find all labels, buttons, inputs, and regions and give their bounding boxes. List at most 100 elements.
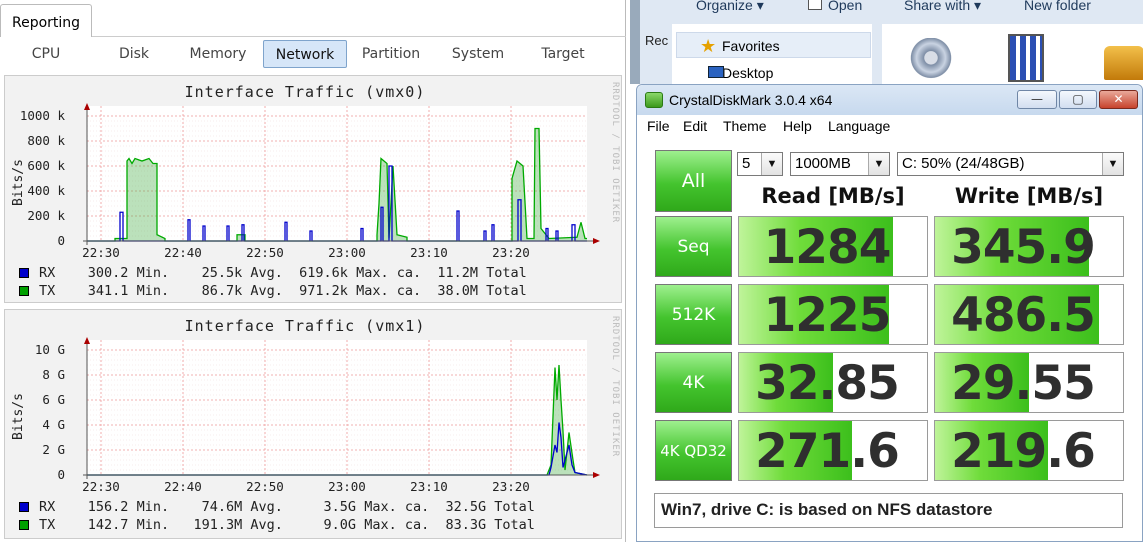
maximize-button[interactable]: ▢ — [1059, 90, 1097, 109]
legend-tx-name: TX — [39, 517, 56, 533]
legend-rx-min-label: Min. — [136, 499, 170, 515]
read-result-4: 271.6 — [738, 420, 928, 481]
legend-tx-ca: ca. — [396, 283, 422, 299]
x-tick-label: 23:00 — [328, 479, 366, 494]
read-result-1: 1284 — [738, 216, 928, 277]
legend-tx-min-label: Min. — [136, 283, 170, 299]
legend-tx-avg-label: Avg. — [250, 283, 283, 299]
x-tick-label: 23:10 — [410, 245, 448, 260]
runs-select[interactable]: 5 ▼ — [737, 152, 783, 176]
subtab-disk[interactable]: Disk — [108, 40, 160, 68]
legend-tx: TX 341.1 Min. 86.7k Avg. 971.2k Max. ca.… — [19, 283, 527, 300]
y-tick-label: 8 G — [42, 367, 65, 382]
traffic-graph-vmx0: Interface Traffic (vmx0) Bits/s RRDTOOL … — [4, 75, 622, 303]
open-button[interactable]: Open — [808, 0, 862, 13]
minimize-button[interactable]: — — [1017, 90, 1057, 109]
subtab-bar: CPU Disk Memory Network Partition System… — [0, 39, 626, 69]
tx-swatch — [19, 286, 29, 296]
nav-desktop[interactable]: Desktop — [676, 61, 773, 85]
write-result-value: 345.9 — [951, 220, 1096, 275]
legend-rx-name: RX — [39, 265, 56, 281]
traffic-plot-vmx0: 1000 k 800 k 600 k 400 k 200 k 0 22:30 22:40 22:… — [20, 103, 600, 260]
legend-tx-cur: 341.1 — [87, 283, 129, 299]
legend-rx-cur: 300.2 — [87, 265, 129, 281]
title-bar: CrystalDiskMark 3.0.4 x64 — ▢ ✕ — [637, 85, 1142, 115]
legend-rx-avg-label: Avg. — [250, 265, 283, 281]
legend-tx-avg-label: Avg. — [250, 517, 283, 533]
y-tick-label: 4 G — [42, 417, 65, 432]
traffic-graph-vmx1: Interface Traffic (vmx1) Bits/s RRDTOOL … — [4, 309, 622, 539]
legend-tx-avg: 971.2k — [299, 283, 348, 299]
window-title: CrystalDiskMark 3.0.4 x64 — [669, 92, 833, 108]
x-tick-label: 22:50 — [246, 245, 284, 260]
menu-bar: File Edit Theme Help Language — [637, 115, 1142, 137]
legend-rx-avg: 619.6k — [299, 265, 348, 281]
legend-tx-ca: ca. — [404, 517, 430, 533]
read-result-value: 1225 — [763, 288, 892, 343]
legend-tx-total: 83.3G — [445, 517, 487, 533]
gear-file-icon[interactable] — [910, 38, 952, 82]
y-tick-label: 10 G — [35, 342, 65, 357]
crystaldiskmark-window: CrystalDiskMark 3.0.4 x64 — ▢ ✕ File Edi… — [636, 84, 1143, 542]
subtab-network[interactable]: Network — [263, 40, 347, 68]
menu-edit[interactable]: Edit — [683, 118, 707, 134]
menu-file[interactable]: File — [647, 118, 670, 134]
nav-favorites[interactable]: ★ Favorites — [676, 34, 780, 58]
test-button-4[interactable]: 4K QD32 — [655, 420, 732, 481]
legend-tx-name: TX — [39, 283, 56, 299]
reporting-panel: Reporting CPU Disk Memory Network Partit… — [0, 0, 626, 542]
read-result-2: 1225 — [738, 284, 928, 345]
subtab-cpu[interactable]: CPU — [20, 40, 72, 68]
share-with-button[interactable]: Share with ▾ — [904, 0, 981, 14]
drive-select[interactable]: C: 50% (24/48GB) ▼ — [897, 152, 1124, 176]
write-header: Write [MB/s] — [954, 184, 1104, 208]
legend-tx-min: 191.3M — [193, 517, 243, 533]
all-button[interactable]: All — [655, 150, 732, 212]
rrdtool-credit: RRDTOOL / TOBI OETIKER — [610, 82, 620, 224]
chevron-down-icon: ▼ — [1102, 153, 1123, 175]
installer-file-icon[interactable] — [1104, 46, 1143, 80]
x-tick-label: 22:40 — [164, 245, 202, 260]
legend-rx-min: 74.6M — [201, 499, 243, 515]
subtab-partition[interactable]: Partition — [355, 40, 427, 68]
traffic-plot-vmx1: 10 G 8 G 6 G 4 G 2 G 0 22:30 22:40 22:50 23:00 23:… — [35, 337, 600, 494]
new-folder-button[interactable]: New folder — [1024, 0, 1091, 13]
x-tick-label: 22:50 — [246, 479, 284, 494]
y-tick-label: 6 G — [42, 392, 65, 407]
tab-reporting[interactable]: Reporting — [0, 4, 92, 37]
legend-rx-min: 25.5k — [201, 265, 243, 281]
x-tick-label: 22:30 — [82, 245, 120, 260]
legend-rx-total: 11.2M — [437, 265, 479, 281]
legend-rx-total-label: Total — [494, 499, 535, 515]
x-tick-label: 22:40 — [164, 479, 202, 494]
legend-rx-min-label: Min. — [136, 265, 170, 281]
menu-help[interactable]: Help — [783, 118, 812, 134]
legend-tx-cur: 142.7 — [87, 517, 129, 533]
legend-tx-total-label: Total — [486, 283, 527, 299]
subtab-system[interactable]: System — [443, 40, 513, 68]
subtab-target[interactable]: Target — [530, 40, 596, 68]
close-button[interactable]: ✕ — [1099, 90, 1138, 109]
size-select[interactable]: 1000MB ▼ — [790, 152, 890, 176]
test-button-1[interactable]: Seq — [655, 216, 732, 277]
write-result-4: 219.6 — [934, 420, 1124, 481]
legend-tx-avg: 9.0G — [323, 517, 357, 533]
organize-button[interactable]: Organize ▾ — [696, 0, 764, 14]
rx-swatch — [19, 502, 29, 512]
read-header: Read [MB/s] — [761, 184, 905, 208]
test-button-2[interactable]: 512K — [655, 284, 732, 345]
test-button-3[interactable]: 4K — [655, 352, 732, 413]
comment-field[interactable]: Win7, drive C: is based on NFS datastore — [654, 493, 1123, 528]
legend-rx-ca: ca. — [396, 265, 422, 281]
menu-theme[interactable]: Theme — [723, 118, 767, 134]
subtab-memory[interactable]: Memory — [183, 40, 253, 68]
legend-rx-max-label: Max. — [356, 265, 389, 281]
y-tick-label: 600 k — [27, 158, 65, 173]
x-axis-arrow — [593, 472, 600, 478]
document-file-icon[interactable] — [1008, 34, 1044, 82]
legend-tx-max-label: Max. — [364, 517, 397, 533]
menu-language[interactable]: Language — [828, 118, 890, 134]
legend-rx-avg-label: Avg. — [250, 499, 283, 515]
rx-swatch — [19, 268, 29, 278]
legend-rx-max-label: Max. — [364, 499, 397, 515]
